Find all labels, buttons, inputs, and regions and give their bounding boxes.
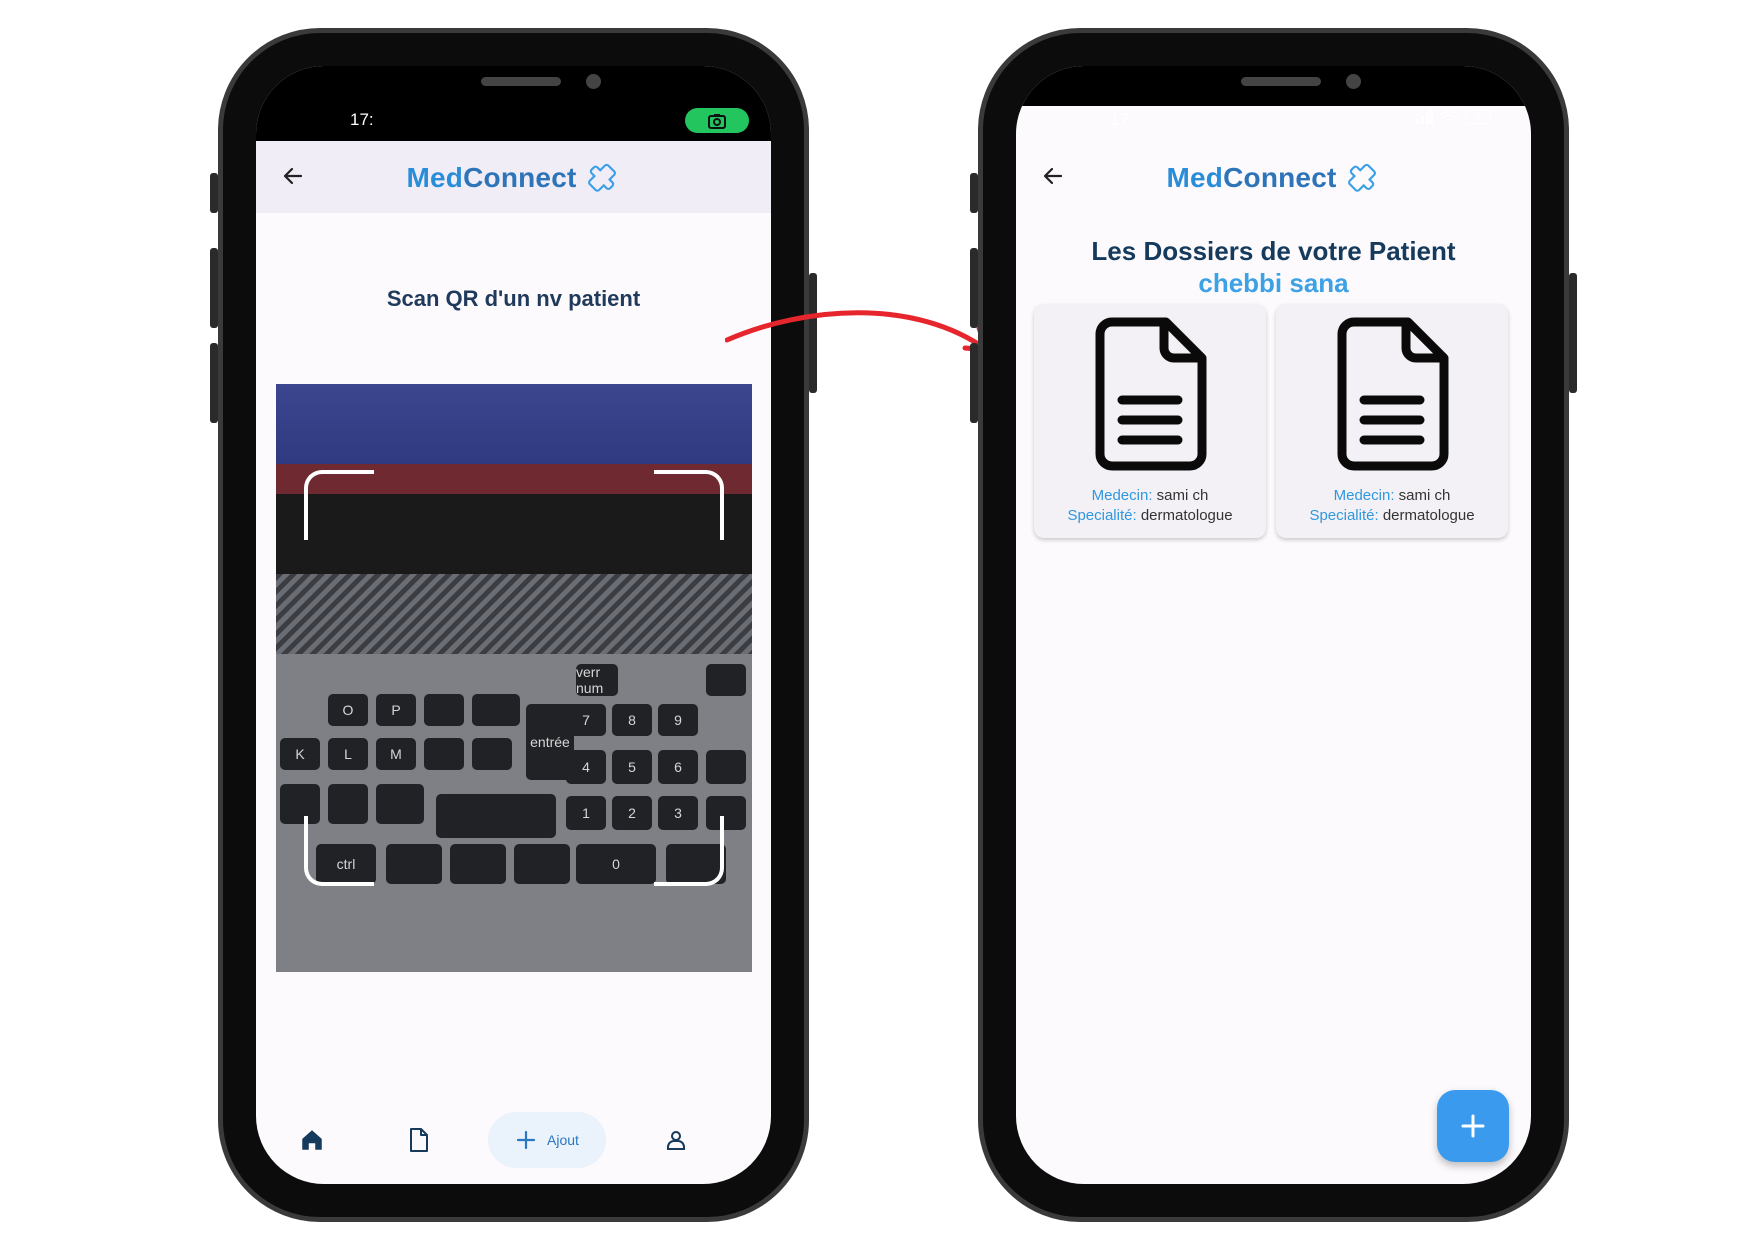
specialty-label: Specialité: — [1067, 507, 1137, 524]
specialty-value: dermatologue — [1382, 507, 1475, 524]
record-meta: Medecin: sami ch Specialité: dermatologu… — [1034, 486, 1266, 526]
brand-name-med: Med — [406, 162, 464, 193]
flow-arrow-icon — [725, 310, 990, 353]
camera-key: 4 — [566, 750, 606, 784]
doctor-label: Medecin: — [1333, 487, 1395, 504]
medical-cross-icon — [1347, 163, 1376, 192]
nav-add[interactable]: Ajout — [488, 1112, 606, 1168]
bottom-nav: Ajout — [256, 1094, 771, 1184]
records-screen: 17: 9 MedConnect Les Dossiers de votre P… — [1016, 66, 1531, 1184]
camera-feed-keyboard: entrée verr num 7 8 9 4 5 6 1 2 3 0 P O … — [276, 654, 752, 972]
screen-record-indicator — [685, 108, 749, 133]
page-title: Scan QR d'un nv patient — [386, 286, 641, 311]
camera-key: 1 — [566, 796, 606, 830]
document-icon — [410, 1128, 428, 1152]
patient-name: chebbi sana — [1198, 268, 1349, 298]
app-bar: MedConnect — [256, 141, 771, 213]
camera-key: L — [328, 738, 368, 770]
brand-logo: MedConnect — [1016, 159, 1531, 197]
volume-down-button — [970, 343, 978, 423]
scan-frame-corner — [654, 816, 724, 886]
scan-frame-corner — [304, 470, 374, 540]
specialty-label: Specialité: — [1309, 507, 1379, 524]
nav-add-label: Ajout — [547, 1132, 579, 1148]
signal-icon — [1416, 110, 1433, 124]
record-meta: Medecin: sami ch Specialité: dermatologu… — [1276, 486, 1508, 526]
medical-cross-icon — [587, 163, 616, 192]
specialty-value: dermatologue — [1140, 507, 1233, 524]
camera-icon — [708, 113, 726, 129]
document-icon — [1095, 317, 1207, 471]
brand-name: MedConnect — [406, 162, 576, 194]
status-time: 17: — [350, 110, 374, 129]
camera-key — [472, 694, 520, 726]
side-button — [970, 173, 978, 213]
notch — [1131, 66, 1416, 106]
volume-up-button — [970, 248, 978, 328]
camera-key — [472, 738, 512, 770]
person-icon — [667, 1131, 685, 1150]
battery-icon: 9 — [1465, 110, 1491, 124]
camera-key: 7 — [566, 704, 606, 736]
nav-documents[interactable] — [391, 1112, 447, 1168]
home-icon — [302, 1130, 322, 1150]
side-button — [210, 173, 218, 213]
notch — [371, 66, 656, 106]
battery-level: 9 — [1475, 111, 1481, 123]
power-button — [1569, 273, 1577, 393]
scan-screen: 17: MedConnect Scan QR d'un nv patient e… — [256, 66, 771, 1184]
document-icon — [1337, 317, 1449, 471]
brand-name-connect: Connect — [1223, 162, 1337, 193]
page-title: Les Dossiers de votre Patient — [1091, 236, 1456, 266]
volume-down-button — [210, 343, 218, 423]
doctor-name: sami ch — [1398, 487, 1451, 504]
camera-key: verr num — [576, 664, 618, 696]
brand-name: MedConnect — [1166, 162, 1336, 194]
brand-logo: MedConnect — [256, 159, 771, 197]
qr-scanner-view[interactable]: entrée verr num 7 8 9 4 5 6 1 2 3 0 P O … — [276, 384, 752, 972]
camera-key: 8 — [612, 704, 652, 736]
camera-key — [706, 664, 746, 696]
camera-key — [376, 784, 424, 824]
camera-key — [424, 738, 464, 770]
doctor-label: Medecin: — [1091, 487, 1153, 504]
camera-key: 5 — [612, 750, 652, 784]
nav-profile[interactable] — [648, 1112, 704, 1168]
status-time: 17: — [1110, 110, 1134, 129]
wifi-icon — [1439, 110, 1459, 122]
status-icons: 9 — [1415, 110, 1491, 124]
phone-records-screen: 17: 9 MedConnect Les Dossiers de votre P… — [970, 28, 1577, 1222]
brand-name-connect: Connect — [463, 162, 577, 193]
doctor-name: sami ch — [1156, 487, 1209, 504]
camera-key — [450, 844, 506, 884]
camera-key — [386, 844, 442, 884]
camera-key: 2 — [612, 796, 652, 830]
camera-key — [514, 844, 570, 884]
add-record-button[interactable] — [1437, 1090, 1509, 1162]
volume-up-button — [210, 248, 218, 328]
camera-key: 6 — [658, 750, 698, 784]
plus-icon — [1461, 1114, 1485, 1138]
plus-icon — [516, 1130, 536, 1150]
camera-key: O — [328, 694, 368, 726]
app-bar: MedConnect — [1016, 141, 1531, 213]
camera-key — [706, 750, 746, 784]
camera-key: K — [280, 738, 320, 770]
camera-key: P — [376, 694, 416, 726]
camera-key: M — [376, 738, 416, 770]
phone-scan-screen: 17: MedConnect Scan QR d'un nv patient e… — [210, 28, 817, 1222]
camera-key — [424, 694, 464, 726]
nav-home[interactable] — [284, 1112, 340, 1168]
camera-key-space — [436, 794, 556, 838]
record-card[interactable]: Medecin: sami ch Specialité: dermatologu… — [1034, 304, 1266, 538]
brand-name-med: Med — [1166, 162, 1224, 193]
scan-frame-corner — [654, 470, 724, 540]
record-card[interactable]: Medecin: sami ch Specialité: dermatologu… — [1276, 304, 1508, 538]
camera-feed-vent — [276, 574, 752, 654]
camera-feed-monitor — [276, 384, 752, 464]
camera-key: 0 — [576, 844, 656, 884]
camera-key: 9 — [658, 704, 698, 736]
scan-frame-corner — [304, 816, 374, 886]
